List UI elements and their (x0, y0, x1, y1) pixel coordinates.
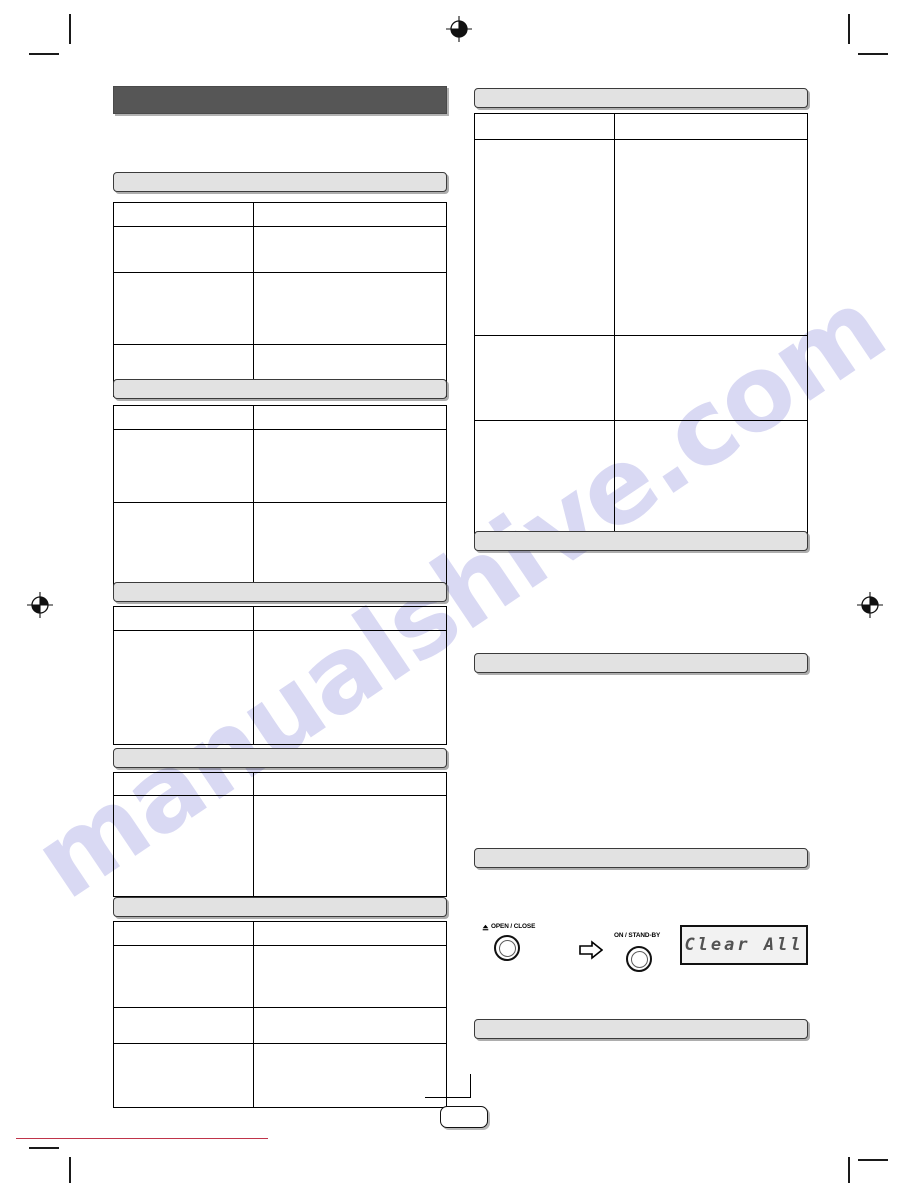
table-header-cell (253, 921, 447, 946)
table-cell (113, 502, 254, 588)
table-row (113, 226, 447, 273)
table-row (113, 429, 447, 503)
open-close-label: OPEN / CLOSE (491, 923, 536, 931)
crop-mark-top-right-horizontal (858, 53, 888, 55)
standby-button-group: ON / STAND-BY (614, 924, 660, 972)
table-cell (113, 795, 254, 897)
section-bar-left-5 (113, 897, 447, 917)
table-cell (474, 335, 615, 421)
table-header-cell (253, 606, 447, 631)
table-header-cell (113, 921, 254, 946)
table-header-cell (113, 606, 254, 631)
table-left-2 (113, 405, 447, 588)
registration-mark-right (857, 592, 883, 618)
table-row (113, 945, 447, 1008)
table-cell (113, 272, 254, 345)
table-cell (113, 226, 254, 273)
right-arrow-icon (579, 940, 604, 960)
table-header-cell (113, 772, 254, 796)
open-close-knob[interactable] (494, 935, 520, 961)
manual-page: manualshive.com OPEN / CLOSE ON / STAND-… (0, 0, 918, 1188)
crop-mark-top-right-vertical (848, 14, 850, 44)
table-cell (113, 1007, 254, 1044)
footer-hairline-horizontal (425, 1097, 471, 1099)
section-bar-right-2 (474, 531, 808, 551)
table-row (474, 113, 808, 140)
section-bar-left-3 (113, 582, 447, 602)
table-row (474, 420, 808, 534)
table-cell (253, 429, 447, 503)
table-row (113, 272, 447, 345)
table-cell (614, 335, 808, 421)
registration-mark-left (27, 592, 53, 618)
lcd-text: Clear All (684, 935, 804, 955)
table-row (113, 630, 447, 745)
table-row (113, 795, 447, 897)
open-close-button-group: OPEN / CLOSE (482, 923, 536, 961)
table-header-cell (113, 202, 254, 227)
table-row (113, 1007, 447, 1044)
table-cell (253, 945, 447, 1008)
table-cell (253, 226, 447, 273)
lcd-display: Clear All (680, 925, 808, 965)
table-cell (253, 272, 447, 345)
page-number-box (440, 1106, 488, 1128)
table-header-cell (614, 113, 808, 140)
table-cell (113, 1043, 254, 1108)
section-bar-right-1 (474, 88, 808, 108)
table-cell (253, 795, 447, 897)
eject-icon (482, 924, 489, 931)
standby-knob[interactable] (626, 946, 652, 972)
crop-mark-bottom-right-horizontal (858, 1159, 888, 1161)
table-left-3 (113, 606, 447, 745)
table-left-1 (113, 202, 447, 397)
section-bar-left-4 (113, 748, 447, 768)
table-header-cell (253, 772, 447, 796)
table-cell (113, 945, 254, 1008)
table-header-cell (253, 202, 447, 227)
control-panel-illustration: OPEN / CLOSE ON / STAND-BY Clear All (474, 918, 808, 988)
table-row (474, 335, 808, 421)
table-cell (253, 1043, 447, 1108)
table-row (113, 921, 447, 946)
table-header-cell (474, 113, 615, 140)
table-left-4 (113, 772, 447, 897)
table-cell (474, 139, 615, 336)
table-row (113, 202, 447, 227)
section-bar-right-5 (474, 1019, 808, 1039)
table-right-1 (474, 113, 808, 534)
table-row (113, 1043, 447, 1108)
crop-mark-top-left-vertical (69, 14, 71, 44)
section-bar-left-2 (113, 379, 447, 399)
section-bar-right-3 (474, 653, 808, 673)
table-header-cell (253, 405, 447, 430)
standby-label: ON / STAND-BY (614, 932, 661, 939)
table-row (474, 139, 808, 336)
table-row (113, 606, 447, 631)
footer-hairline-vertical (470, 1074, 472, 1098)
table-cell (253, 630, 447, 745)
section-bar-left-1 (113, 172, 447, 192)
table-cell (474, 420, 615, 534)
crop-mark-bottom-left-horizontal (29, 1147, 59, 1149)
crop-mark-bottom-left-vertical (69, 1157, 71, 1183)
table-left-5 (113, 921, 447, 1108)
table-cell (614, 420, 808, 534)
section-bar-right-4 (474, 848, 808, 868)
table-row (113, 502, 447, 588)
registration-mark-top (446, 16, 472, 42)
table-cell (113, 630, 254, 745)
table-row (113, 772, 447, 796)
table-row (113, 405, 447, 430)
table-cell (253, 502, 447, 588)
table-cell (113, 429, 254, 503)
table-cell (614, 139, 808, 336)
table-header-cell (113, 405, 254, 430)
footer-rule (16, 1138, 268, 1140)
crop-mark-top-left-horizontal (29, 53, 59, 55)
page-title-banner (113, 86, 447, 114)
crop-mark-bottom-right-vertical (848, 1157, 850, 1183)
table-cell (253, 1007, 447, 1044)
